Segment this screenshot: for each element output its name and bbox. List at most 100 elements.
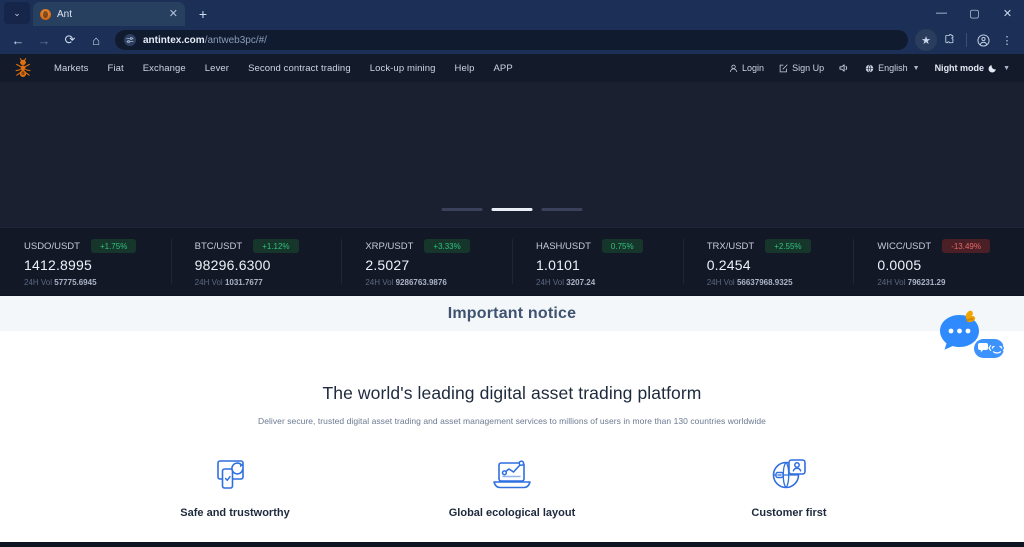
browser-toolbar: ← → ⟳ ⌂ antintex.com/antweb3pc/#/ ★ ⋮	[0, 26, 1024, 54]
sound-button[interactable]	[839, 63, 850, 73]
ticker-pair: TRX/USDT	[706, 240, 755, 252]
ticker-volume-value: 57775.6945	[54, 278, 97, 287]
notice-title: Important notice	[447, 304, 577, 322]
ticker-pair: USDO/USDT	[24, 240, 80, 252]
browser-menu-icon[interactable]: ⋮	[996, 29, 1018, 51]
ticker-price: 2.5027	[365, 257, 410, 273]
signup-label: Sign Up	[792, 63, 825, 73]
ticker-pair: WICC/USDT	[877, 240, 932, 252]
profile-icon[interactable]	[972, 29, 994, 51]
ticker-card[interactable]: BTC/USDT +1.12% 98296.6300 24H Vol 1031.…	[170, 228, 342, 295]
ticker-change-badge: +3.33%	[424, 239, 470, 253]
market-ticker-strip: USDO/USDT +1.75% 1412.8995 24H Vol 57775…	[0, 227, 1024, 295]
bookmark-star-icon[interactable]: ★	[915, 29, 937, 51]
new-tab-button[interactable]: +	[192, 3, 214, 25]
extensions-puzzle-icon[interactable]	[939, 29, 961, 51]
forward-icon[interactable]: →	[32, 28, 56, 52]
feature-item-safe-and-trustworthy[interactable]: Safe and trustworthy	[155, 455, 315, 519]
address-bar[interactable]: antintex.com/antweb3pc/#/	[115, 30, 908, 50]
window-controls: — ▢ ✕	[925, 0, 1024, 26]
ticker-volume-label: 24H Vol	[706, 278, 735, 287]
ant-logo-icon[interactable]	[14, 58, 32, 78]
ticker-card[interactable]: HASH/USDT 0.75% 1.0101 24H Vol 3207.24	[512, 228, 683, 295]
ticker-price: 1.0101	[536, 257, 581, 273]
carousel-dot-2[interactable]	[491, 208, 533, 211]
globe-icon	[865, 64, 874, 73]
night-mode-label: Night mode	[934, 63, 985, 73]
nav-item-exchange[interactable]: Exchange	[143, 63, 186, 74]
chat-widget-button[interactable]	[932, 307, 1006, 369]
night-mode-toggle[interactable]: Night mode ▼	[935, 63, 1010, 73]
feature-label: Customer first	[751, 507, 827, 519]
close-icon[interactable]: ✕	[169, 8, 178, 20]
login-button[interactable]: Login	[729, 63, 764, 73]
back-icon[interactable]: ←	[6, 28, 30, 52]
ticker-volume: 24H Vol 56637968.9325	[707, 278, 854, 287]
ticker-volume: 24H Vol 796231.29	[877, 278, 1024, 287]
ticker-card[interactable]: TRX/USDT +2.55% 0.2454 24H Vol 56637968.…	[682, 228, 854, 295]
nav-item-markets[interactable]: Markets	[54, 63, 88, 74]
ticker-card[interactable]: WICC/USDT -13.49% 0.0005 24H Vol 796231.…	[853, 228, 1024, 295]
main-navigation: Markets Fiat Exchange Lever Second contr…	[54, 63, 513, 74]
ticker-price: 0.0005	[877, 257, 922, 273]
ticker-volume-value: 3207.24	[566, 278, 596, 287]
ticker-price: 1412.8995	[24, 257, 92, 273]
feature-item-customer-first[interactable]: Customer first	[709, 455, 869, 519]
site-settings-icon[interactable]	[124, 34, 136, 46]
header-right-actions: Login Sign Up English ▼ Night mode ▼	[729, 63, 1010, 73]
ticker-volume: 24H Vol 3207.24	[536, 278, 683, 287]
feature-list: Safe and trustworthy Global ecological l…	[0, 455, 1024, 519]
minimize-icon[interactable]: —	[925, 0, 958, 26]
moon-icon	[988, 63, 998, 73]
ticker-pair: BTC/USDT	[194, 240, 243, 252]
ticker-volume-label: 24H Vol	[194, 278, 223, 287]
ticker-volume-value: 56637968.9325	[736, 278, 793, 287]
signup-button[interactable]: Sign Up	[779, 63, 824, 73]
maximize-icon[interactable]: ▢	[958, 0, 991, 26]
ticker-card[interactable]: XRP/USDT +3.33% 2.5027 24H Vol 9286763.9…	[341, 228, 512, 295]
ticker-price: 98296.6300	[194, 257, 271, 273]
nav-item-lock-up-mining[interactable]: Lock-up mining	[370, 63, 436, 74]
carousel-dot-1[interactable]	[441, 208, 483, 211]
nav-item-lever[interactable]: Lever	[205, 63, 229, 74]
ticker-card[interactable]: USDO/USDT +1.75% 1412.8995 24H Vol 57775…	[0, 228, 171, 295]
globe-user-icon	[770, 455, 808, 495]
nav-item-second-contract-trading[interactable]: Second contract trading	[248, 63, 351, 74]
nav-item-help[interactable]: Help	[455, 63, 475, 74]
feature-label: Global ecological layout	[448, 507, 576, 519]
ticker-pair: HASH/USDT	[536, 240, 591, 252]
ticker-volume-label: 24H Vol	[365, 278, 394, 287]
carousel-dot-3[interactable]	[541, 208, 583, 211]
chevron-down-icon: ▼	[912, 64, 920, 72]
feature-label: Safe and trustworthy	[180, 507, 290, 519]
page-headline: The world's leading digital asset tradin…	[322, 383, 702, 403]
ticker-volume-label: 24H Vol	[24, 278, 53, 287]
page-subheadline: Deliver secure, trusted digital asset tr…	[258, 416, 766, 426]
feature-item-global-ecological-layout[interactable]: Global ecological layout	[432, 455, 592, 519]
ticker-change-badge: +1.12%	[253, 239, 299, 253]
ticker-volume: 24H Vol 9286763.9876	[365, 278, 512, 287]
ticker-volume-label: 24H Vol	[536, 278, 565, 287]
ticker-pair: XRP/USDT	[365, 240, 414, 252]
user-icon	[729, 64, 738, 73]
reload-icon[interactable]: ⟳	[58, 28, 82, 52]
device-sync-icon	[215, 455, 255, 495]
ticker-volume: 24H Vol 1031.7677	[195, 278, 342, 287]
tab-search-icon[interactable]: ⌄	[4, 2, 30, 24]
url-text: antintex.com/antweb3pc/#/	[143, 35, 267, 46]
home-icon[interactable]: ⌂	[84, 28, 108, 52]
nav-item-app[interactable]: APP	[493, 63, 512, 74]
browser-tab[interactable]: Ant ✕	[33, 2, 185, 26]
site-header: Markets Fiat Exchange Lever Second contr…	[0, 54, 1024, 82]
language-selector[interactable]: English ▼	[865, 63, 920, 73]
ticker-price: 0.2454	[706, 257, 751, 273]
ticker-volume-value: 796231.29	[907, 278, 946, 287]
nav-item-fiat[interactable]: Fiat	[107, 63, 123, 74]
window-close-icon[interactable]: ✕	[991, 0, 1024, 26]
ticker-change-badge: 0.75%	[601, 239, 643, 253]
language-label: English	[878, 63, 908, 73]
ticker-change-badge: +1.75%	[90, 239, 137, 253]
url-path: /antweb3pc/#/	[204, 34, 267, 46]
ticker-change-badge: -13.49%	[942, 239, 990, 253]
hero-banner	[0, 82, 1024, 227]
